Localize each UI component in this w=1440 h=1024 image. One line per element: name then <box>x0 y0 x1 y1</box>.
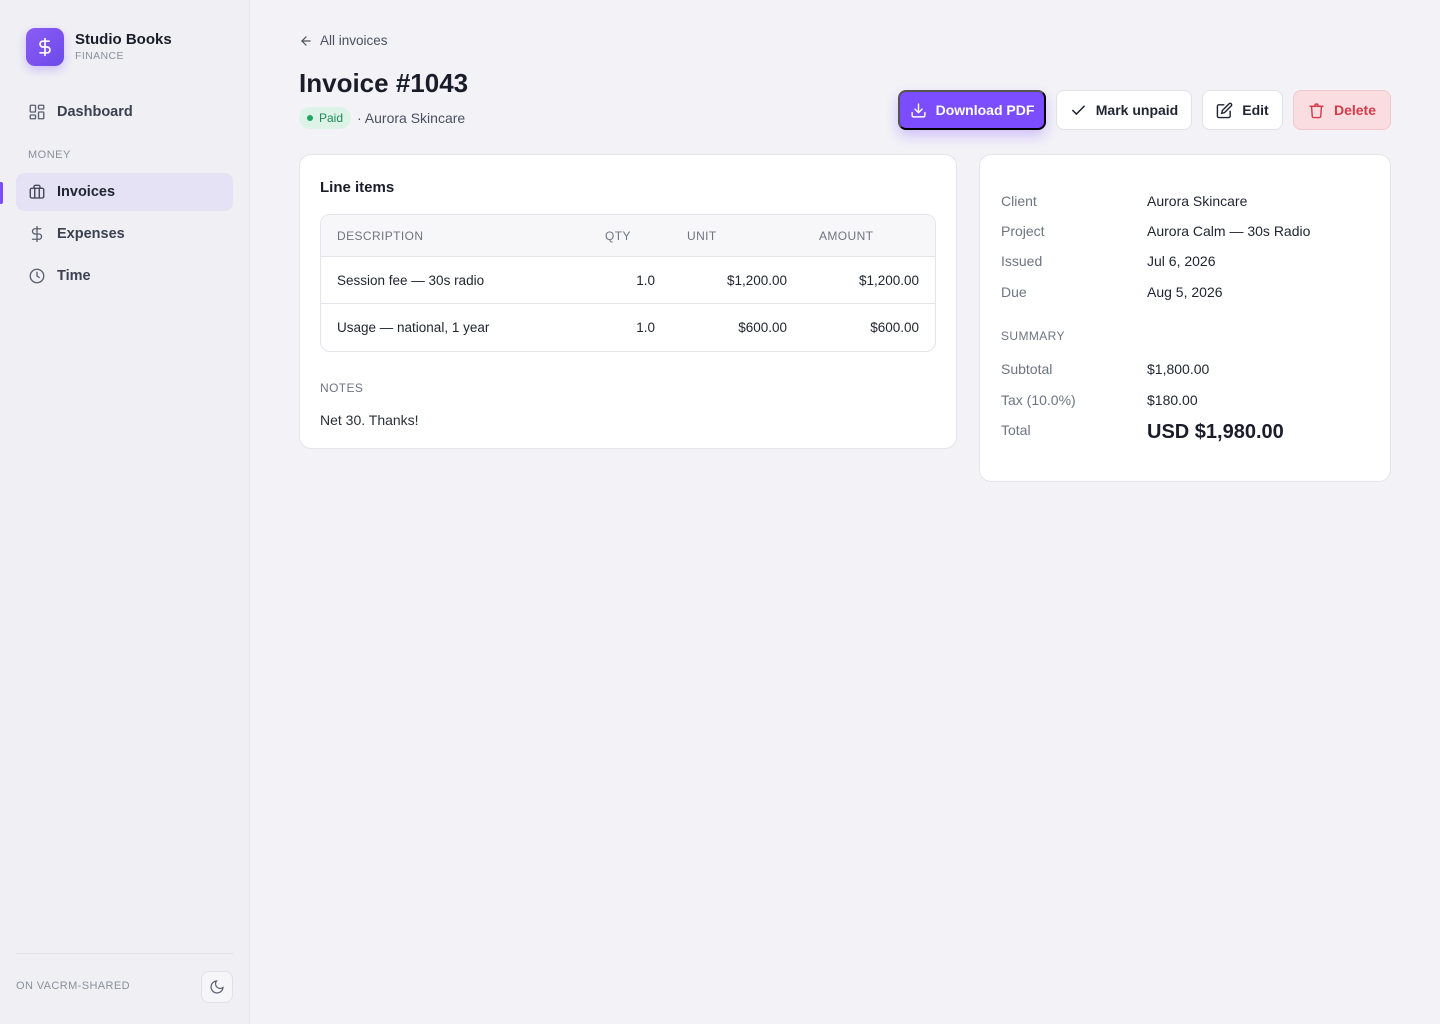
notes-label: NOTES <box>320 381 364 395</box>
sidebar-item-label: Dashboard <box>57 104 133 120</box>
table-row: Session fee — 30s radio 1.0 $1,200.00 $1… <box>321 257 935 304</box>
active-indicator <box>0 182 3 204</box>
tax-label: Tax (10.0%) <box>1001 392 1076 408</box>
clock-icon <box>29 268 45 284</box>
item-unit: $600.00 <box>738 320 787 335</box>
back-link-label: All invoices <box>320 33 388 48</box>
download-icon <box>911 102 926 118</box>
trash-icon <box>1309 102 1324 118</box>
delete-button[interactable]: Delete <box>1293 90 1391 130</box>
edit-button[interactable]: Edit <box>1202 90 1283 130</box>
column-header-unit: UNIT <box>687 229 717 243</box>
line-items-card: Line items DESCRIPTION QTY UNIT AMOUNT S… <box>299 154 957 449</box>
sidebar-item-invoices[interactable]: Invoices <box>16 173 233 211</box>
dollar-icon <box>31 225 43 243</box>
delete-label: Delete <box>1333 102 1377 118</box>
item-qty: 1.0 <box>636 273 655 288</box>
item-description: Session fee — 30s radio <box>337 273 485 288</box>
client-label: Client <box>1001 193 1037 209</box>
total-label: Total <box>1001 422 1031 438</box>
check-icon <box>1071 104 1085 115</box>
sidebar-item-label: Invoices <box>57 184 116 200</box>
client-name: · Aurora Skincare <box>357 110 466 126</box>
table-header: DESCRIPTION QTY UNIT AMOUNT <box>321 215 935 257</box>
brand-name: Studio Books <box>75 31 172 48</box>
tax-value: $180.00 <box>1147 392 1198 408</box>
sidebar-item-expenses[interactable]: Expenses <box>16 215 233 253</box>
item-qty: 1.0 <box>636 320 655 335</box>
back-to-invoices-link[interactable]: All invoices <box>299 33 388 48</box>
project-value: Aurora Calm — 30s Radio <box>1147 223 1311 239</box>
item-description: Usage — national, 1 year <box>337 320 490 335</box>
issued-label: Issued <box>1001 253 1043 269</box>
dollar-logo-icon <box>26 28 64 66</box>
client-value: Aurora Skincare <box>1147 193 1248 209</box>
column-header-description: DESCRIPTION <box>337 229 424 243</box>
briefcase-icon <box>29 184 45 199</box>
download-pdf-button[interactable]: Download PDF <box>898 90 1046 130</box>
item-amount: $1,200.00 <box>858 273 919 288</box>
sidebar-item-label: Expenses <box>57 226 125 242</box>
status-dot <box>307 115 313 121</box>
line-items-title: Line items <box>320 179 395 196</box>
due-value: Aug 5, 2026 <box>1147 284 1223 300</box>
edit-label: Edit <box>1242 102 1269 118</box>
issued-value: Jul 6, 2026 <box>1147 253 1216 269</box>
page-title: Invoice #1043 <box>299 68 469 98</box>
theme-toggle-button[interactable] <box>201 971 233 1003</box>
column-header-amount: AMOUNT <box>819 229 874 243</box>
edit-icon <box>1216 102 1233 118</box>
brand-subtitle: FINANCE <box>75 50 124 62</box>
status-badge: Paid <box>299 107 352 129</box>
sidebar-item-time[interactable]: Time <box>16 257 233 295</box>
sidebar-divider <box>16 953 233 954</box>
table-row: Usage — national, 1 year 1.0 $600.00 $60… <box>321 304 935 351</box>
summary-label: SUMMARY <box>1001 329 1065 343</box>
dashboard-icon <box>29 104 45 120</box>
arrow-left-icon <box>301 35 311 46</box>
mark-unpaid-label: Mark unpaid <box>1095 102 1179 118</box>
project-label: Project <box>1001 223 1045 239</box>
brand[interactable]: Studio Books FINANCE <box>26 28 172 66</box>
nav-section-money: MONEY <box>28 149 71 161</box>
sidebar: Studio Books FINANCE Dashboard MONEY Inv… <box>0 0 250 1024</box>
item-unit: $1,200.00 <box>726 273 787 288</box>
status-label: Paid <box>319 111 344 125</box>
moon-icon <box>210 980 224 994</box>
download-pdf-label: Download PDF <box>935 102 1035 118</box>
subtotal-label: Subtotal <box>1001 361 1053 377</box>
workspace-label: ON VACRM-SHARED <box>16 980 130 992</box>
mark-unpaid-button[interactable]: Mark unpaid <box>1056 90 1192 130</box>
item-amount: $600.00 <box>870 320 919 335</box>
invoice-subline: Paid · Aurora Skincare <box>299 107 465 129</box>
sidebar-item-label: Time <box>57 268 91 284</box>
column-header-qty: QTY <box>605 229 631 243</box>
invoice-details-card: Client Aurora Skincare Project Aurora Ca… <box>979 154 1391 482</box>
subtotal-value: $1,800.00 <box>1147 361 1210 377</box>
notes-text: Net 30. Thanks! <box>320 412 419 428</box>
line-items-table: DESCRIPTION QTY UNIT AMOUNT Session fee … <box>320 214 936 352</box>
due-label: Due <box>1001 284 1027 300</box>
sidebar-item-dashboard[interactable]: Dashboard <box>16 93 233 131</box>
total-value: USD $1,980.00 <box>1147 421 1284 443</box>
